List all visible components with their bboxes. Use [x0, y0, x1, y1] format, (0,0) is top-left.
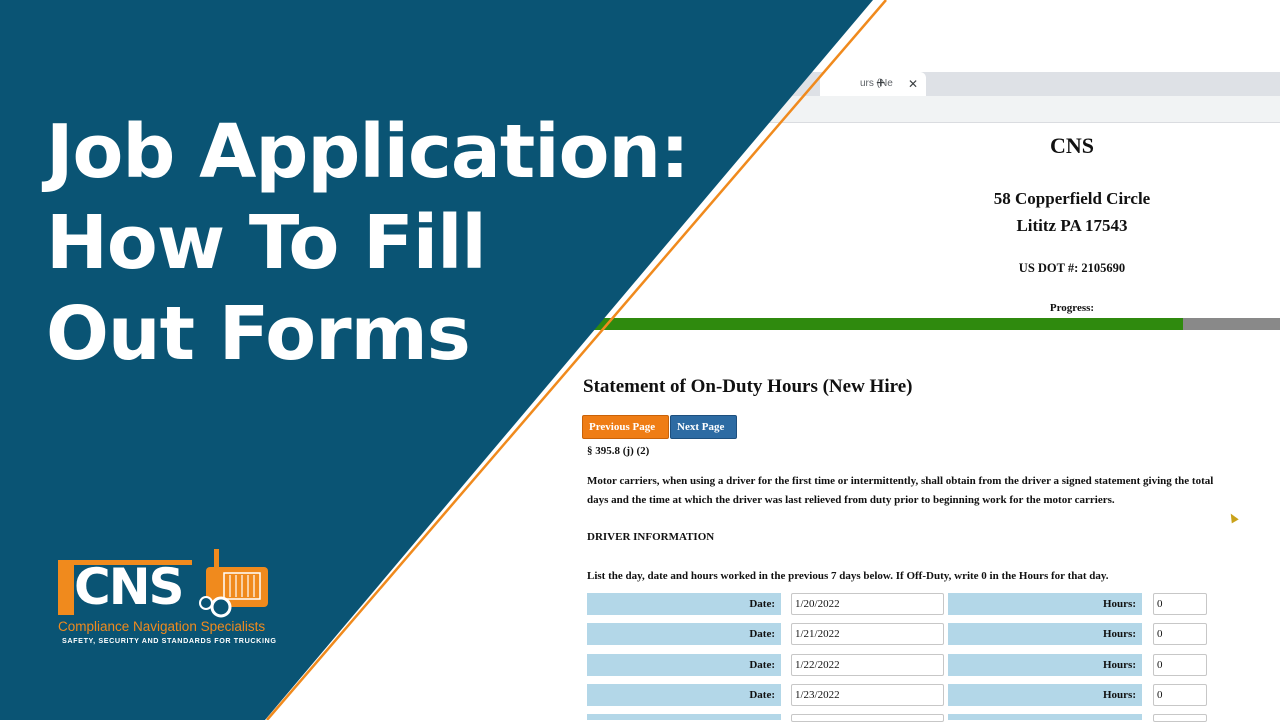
usdot-number: US DOT #: 2105690 [1018, 261, 1126, 275]
instructions: List the day, date and hours worked in t… [587, 570, 1109, 582]
date-input[interactable]: 1/23/2022 [791, 684, 944, 706]
address-line-1: 58 Copperfield Circle [993, 189, 1151, 208]
intro-paragraph: Motor carriers, when using a driver for … [587, 472, 1280, 510]
hours-input[interactable]: 0 [1153, 623, 1207, 645]
date-label: Date: [587, 684, 781, 706]
browser-toolbar [760, 96, 1280, 123]
table-row: Date: 1/23/2022 Hours: 0 [587, 684, 1280, 706]
intro-paragraph-line-1: Motor carriers, when using a driver for … [587, 475, 1214, 487]
company-name: CNS [1049, 133, 1094, 158]
new-tab-icon[interactable]: + [876, 72, 885, 96]
headline-line-1: Job Application: [46, 109, 690, 195]
hours-label: Hours: [948, 623, 1142, 645]
date-input[interactable] [791, 714, 944, 722]
date-label: Date: [587, 593, 781, 615]
hours-label: Hours: [948, 654, 1142, 676]
logo-company-name: Compliance Navigation Specialists [58, 619, 266, 634]
browser-tab[interactable]: urs (Ne ✕ [820, 72, 926, 96]
hours-label: Hours: [948, 684, 1142, 706]
date-label [587, 714, 781, 720]
regulation-citation: § 395.8 (j) (2) [587, 445, 650, 457]
hours-input[interactable]: 0 [1153, 593, 1207, 615]
close-icon[interactable]: ✕ [908, 72, 918, 96]
date-label: Date: [587, 623, 781, 645]
table-row: Date: 1/21/2022 Hours: 0 [587, 623, 1280, 645]
hours-input[interactable]: 0 [1153, 684, 1207, 706]
date-input[interactable]: 1/20/2022 [791, 593, 944, 615]
date-label: Date: [587, 654, 781, 676]
table-row: Date: 1/20/2022 Hours: 0 [587, 593, 1280, 615]
next-page-button[interactable]: Next Page [670, 415, 737, 439]
video-headline: Job Application: How To Fill Out Forms [46, 107, 690, 380]
address-line-2: Lititz PA 17543 [1016, 216, 1128, 235]
table-row: Date: 1/22/2022 Hours: 0 [587, 654, 1280, 676]
date-input[interactable]: 1/21/2022 [791, 623, 944, 645]
headline-line-3: Out Forms [46, 291, 471, 377]
mouse-cursor-icon [1227, 511, 1239, 524]
logo-tagline: SAFETY, SECURITY AND STANDARDS FOR TRUCK… [62, 636, 277, 645]
browser-tab-bar: urs (Ne ✕ + [760, 72, 1280, 96]
date-input[interactable]: 1/22/2022 [791, 654, 944, 676]
hours-input[interactable]: 0 [1153, 654, 1207, 676]
logo-trailer-bar [58, 560, 74, 615]
logo-wheel [210, 596, 232, 618]
hours-label [948, 714, 1142, 720]
hours-input[interactable] [1153, 714, 1207, 722]
previous-page-button[interactable]: Previous Page [582, 415, 669, 439]
hours-label: Hours: [948, 593, 1142, 615]
table-row [587, 714, 1280, 722]
progress-bar [590, 318, 1280, 330]
headline-line-2: How To Fill [46, 200, 487, 286]
progress-label: Progress: [1049, 302, 1095, 314]
logo-exhaust [214, 549, 219, 571]
intro-paragraph-line-2: days and the time at which the driver wa… [587, 494, 1115, 506]
logo-wordmark: CNS [74, 558, 185, 616]
section-heading: DRIVER INFORMATION [587, 531, 715, 543]
